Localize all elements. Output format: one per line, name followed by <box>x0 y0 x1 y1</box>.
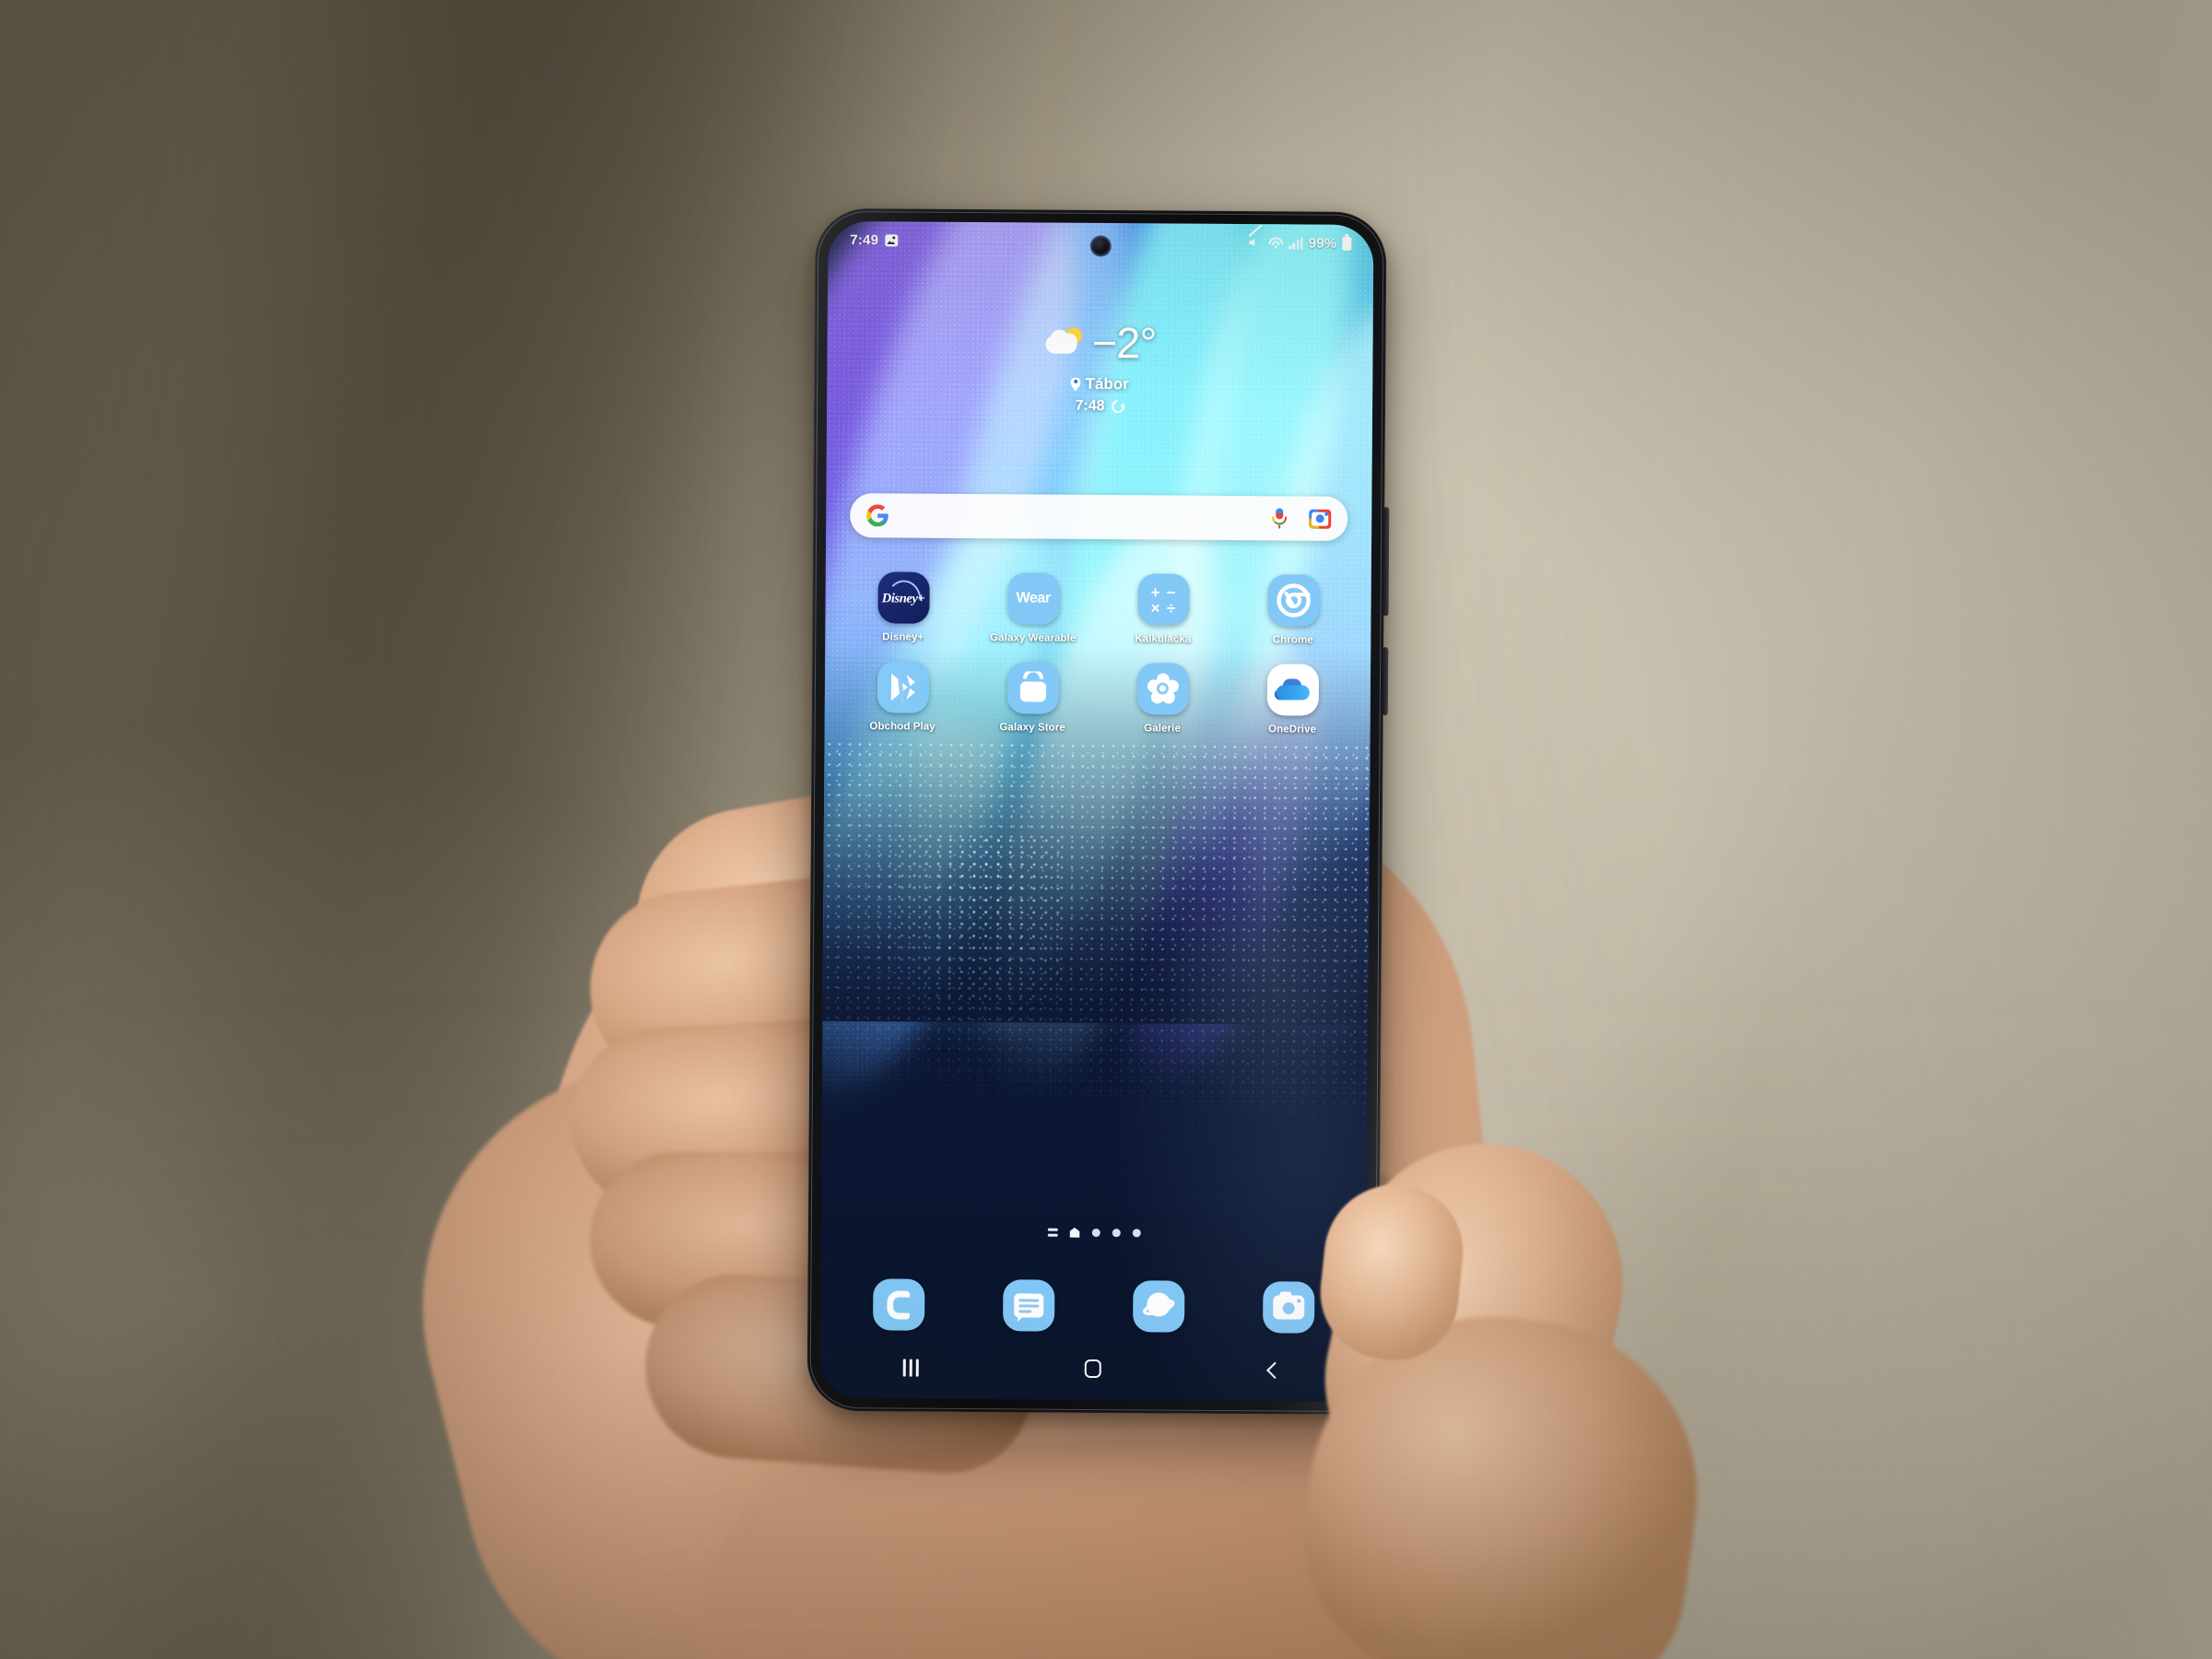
photo-vignette <box>0 0 2212 1659</box>
photo-scene: 7:49 99% <box>0 0 2212 1659</box>
